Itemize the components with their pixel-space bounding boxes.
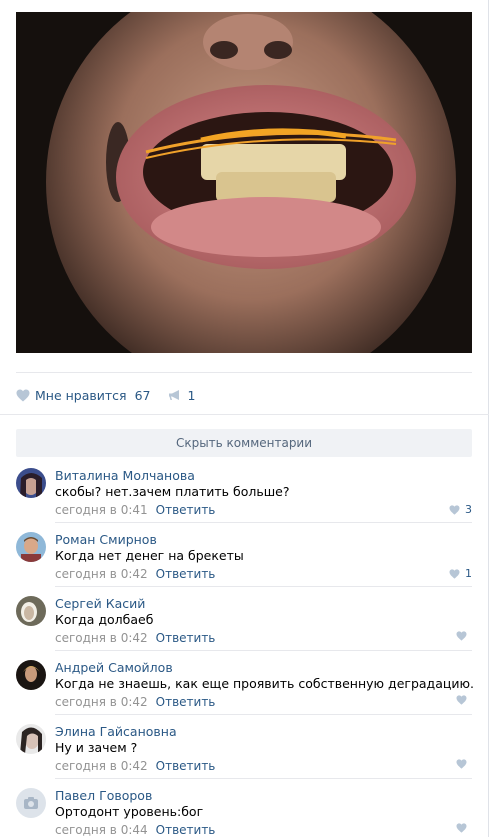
avatar-photo (16, 532, 46, 562)
avatar-photo (16, 596, 46, 626)
comment-meta: сегодня в 0:42 Ответить (55, 695, 215, 709)
like-count: 67 (134, 387, 151, 403)
mouth-photo-image (16, 12, 472, 353)
heart-icon (449, 568, 460, 579)
post-photo[interactable] (16, 12, 472, 353)
comment-author[interactable]: Андрей Самойлов (55, 660, 173, 675)
comment-author[interactable]: Виталина Молчанова (55, 468, 195, 483)
comment-like-button[interactable] (456, 823, 472, 833)
comment-meta: сегодня в 0:41 Ответить (55, 503, 215, 517)
post-actions: Мне нравится 67 1 (16, 386, 195, 404)
comment-author[interactable]: Павел Говоров (55, 788, 152, 803)
comment-meta: сегодня в 0:42 Ответить (55, 567, 215, 581)
comment-item: Элина Гайсановна Ну и зачем ? сегодня в … (16, 716, 472, 780)
avatar-photo (16, 724, 46, 754)
avatar[interactable] (16, 468, 46, 498)
comment-text: Ну и зачем ? (55, 740, 138, 755)
heart-icon (456, 695, 467, 705)
divider-top (16, 372, 472, 373)
comment-author[interactable]: Элина Гайсановна (55, 724, 177, 739)
like-label: Мне нравится (35, 387, 127, 403)
comment-separator (55, 778, 472, 779)
comment-item: Андрей Самойлов Когда не знаешь, как еще… (16, 652, 474, 716)
avatar-photo (16, 660, 46, 690)
share-count: 1 (187, 387, 196, 403)
comment-time[interactable]: сегодня в 0:41 (55, 503, 148, 517)
heart-icon (456, 759, 467, 769)
comment-like-button[interactable]: 3 (449, 503, 472, 516)
comment-separator (55, 586, 472, 587)
reply-link[interactable]: Ответить (156, 631, 216, 645)
comment-item: Павел Говоров Ортодонт уровень:бог сегод… (16, 780, 472, 837)
comment-like-count: 3 (465, 503, 472, 516)
post-card: Мне нравится 67 1 Скрыть комментарии Вит… (0, 0, 489, 837)
comment-author[interactable]: Сергей Касий (55, 596, 145, 611)
comment-item: Виталина Молчанова скобы? нет.зачем плат… (16, 460, 472, 524)
comment-separator (55, 714, 472, 715)
heart-icon (456, 631, 467, 641)
avatar[interactable] (16, 532, 46, 562)
divider-actions (0, 414, 489, 415)
comment-meta: сегодня в 0:44 Ответить (55, 823, 215, 837)
comment-text: скобы? нет.зачем платить больше? (55, 484, 290, 499)
hide-comments-button[interactable]: Скрыть комментарии (16, 429, 472, 457)
reply-link[interactable]: Ответить (156, 503, 216, 517)
comment-author[interactable]: Роман Смирнов (55, 532, 157, 547)
comment-time[interactable]: сегодня в 0:42 (55, 695, 148, 709)
comment-time[interactable]: сегодня в 0:42 (55, 567, 148, 581)
share-button[interactable]: 1 (168, 388, 195, 403)
reply-link[interactable]: Ответить (156, 823, 216, 837)
like-button[interactable]: Мне нравится 67 (16, 388, 150, 403)
avatar[interactable] (16, 596, 46, 626)
comment-text: Когда долбаеб (55, 612, 154, 627)
comment-time[interactable]: сегодня в 0:42 (55, 759, 148, 773)
reply-link[interactable]: Ответить (156, 567, 216, 581)
comment-like-button[interactable] (456, 759, 472, 769)
comment-text: Когда не знаешь, как еще проявить собств… (55, 676, 474, 691)
reply-link[interactable]: Ответить (156, 695, 216, 709)
comment-item: Роман Смирнов Когда нет денег на брекеты… (16, 524, 472, 588)
comment-like-button[interactable] (456, 631, 472, 641)
comment-text: Ортодонт уровень:бог (55, 804, 204, 819)
heart-icon (449, 504, 460, 515)
avatar[interactable] (16, 724, 46, 754)
comment-meta: сегодня в 0:42 Ответить (55, 759, 215, 773)
heart-icon (16, 389, 30, 401)
comment-text: Когда нет денег на брекеты (55, 548, 244, 563)
comment-item: Сергей Касий Когда долбаеб сегодня в 0:4… (16, 588, 472, 652)
comment-meta: сегодня в 0:42 Ответить (55, 631, 215, 645)
comment-separator (55, 522, 472, 523)
comment-like-button[interactable]: 1 (449, 567, 472, 580)
avatar[interactable] (16, 660, 46, 690)
heart-icon (456, 823, 467, 833)
comment-time[interactable]: сегодня в 0:44 (55, 823, 148, 837)
comment-separator (55, 650, 472, 651)
camera-icon (16, 788, 46, 818)
avatar[interactable] (16, 788, 46, 818)
comment-like-count: 1 (465, 567, 472, 580)
megaphone-icon (169, 389, 180, 400)
comment-like-button[interactable] (456, 695, 472, 705)
avatar-photo (16, 468, 46, 498)
reply-link[interactable]: Ответить (156, 759, 216, 773)
comment-time[interactable]: сегодня в 0:42 (55, 631, 148, 645)
